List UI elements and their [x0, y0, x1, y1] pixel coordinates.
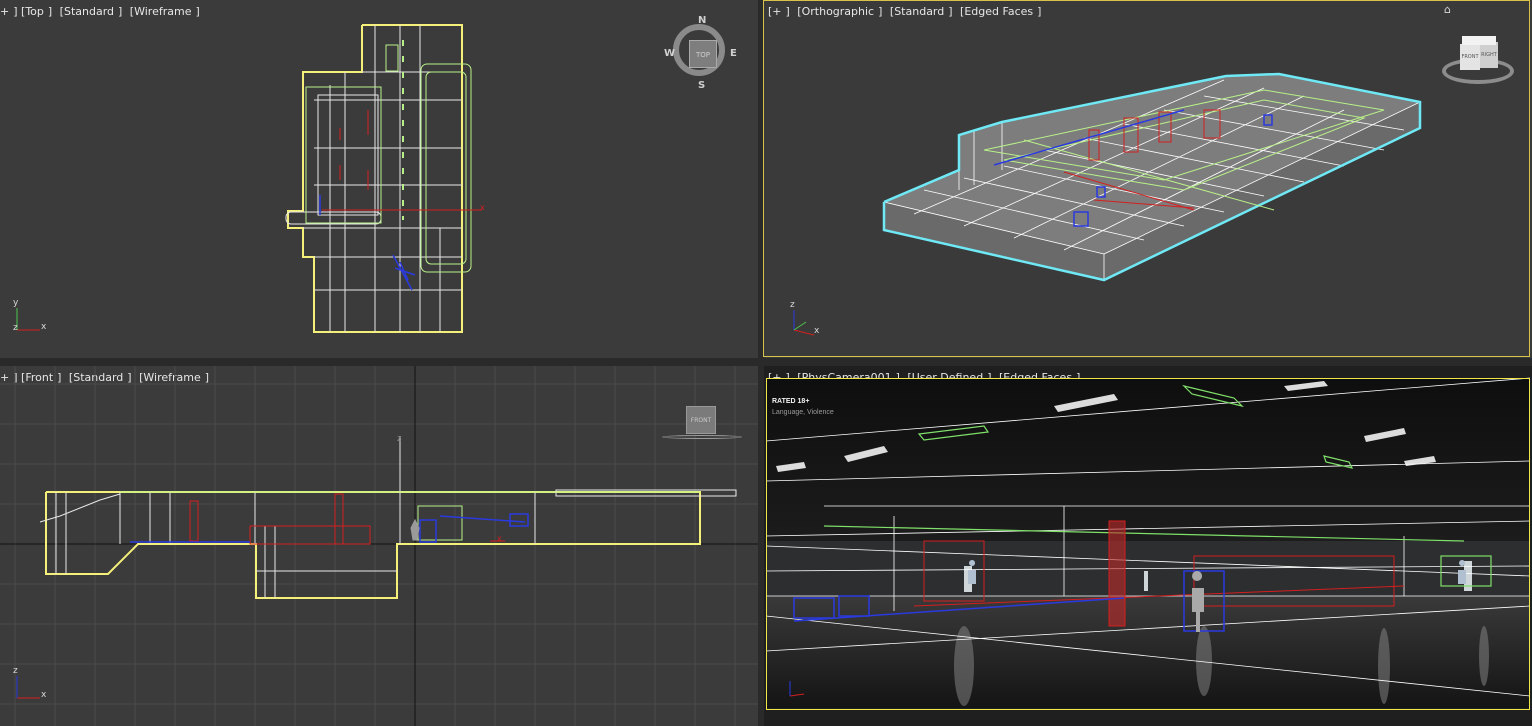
axis-y-label: y: [13, 298, 19, 308]
compass-w[interactable]: W: [664, 48, 675, 59]
camera-render: [765, 377, 1531, 708]
rating-card: RATED 18+ Language, Violence: [772, 398, 834, 416]
viewport-top[interactable]: +] [Top] [Standard] [Wireframe] x x y z …: [0, 0, 758, 358]
svg-text:x: x: [480, 203, 485, 212]
viewport-front[interactable]: +] [Front] [Standard] [Wireframe]: [0, 366, 758, 726]
front-wireframe: [0, 366, 758, 726]
axis-x-label: x: [41, 690, 47, 700]
axis-x-label: x: [814, 326, 820, 336]
viewcube-front-view-face[interactable]: FRONT: [686, 406, 716, 434]
axis-z-label: z: [790, 300, 795, 310]
front-viewcube[interactable]: FRONT: [662, 406, 742, 442]
top-axis-gizmo: [16, 308, 40, 331]
viewcube-top-face[interactable]: [1462, 36, 1496, 45]
home-icon[interactable]: ⌂: [1444, 3, 1451, 16]
compass-viewcube[interactable]: TOP N S E W: [664, 15, 739, 91]
axis-z-label: z: [13, 323, 18, 333]
axis-x-label-center: x: [497, 534, 502, 543]
axis-z-label: z: [13, 666, 18, 676]
viewport-splitter-horizontal[interactable]: [0, 358, 1532, 366]
compass-s[interactable]: S: [698, 80, 705, 91]
compass-e[interactable]: E: [730, 48, 737, 59]
viewcube-ring[interactable]: [662, 435, 742, 439]
axis-x-label: x: [41, 322, 47, 332]
viewcube-front-face[interactable]: FRONT: [1460, 44, 1480, 70]
viewport-camera[interactable]: [+] [PhysCamera001] [User Defined] [Edge…: [764, 366, 1532, 726]
compass-n[interactable]: N: [698, 15, 706, 26]
cube-top-face[interactable]: TOP: [689, 40, 717, 68]
ortho-viewcube[interactable]: FRONT RIGHT: [1440, 30, 1520, 92]
rating-descriptor: Language, Violence: [772, 409, 834, 416]
rating-title: RATED 18+: [772, 398, 810, 405]
axis-z-label-center: z: [397, 434, 402, 443]
viewcube-right-face[interactable]: RIGHT: [1480, 42, 1498, 68]
viewport-orthographic[interactable]: [+] [Orthographic] [Standard] [Edged Fac…: [764, 0, 1532, 358]
ortho-model: [793, 72, 1422, 336]
top-wireframe: x: [16, 24, 485, 333]
